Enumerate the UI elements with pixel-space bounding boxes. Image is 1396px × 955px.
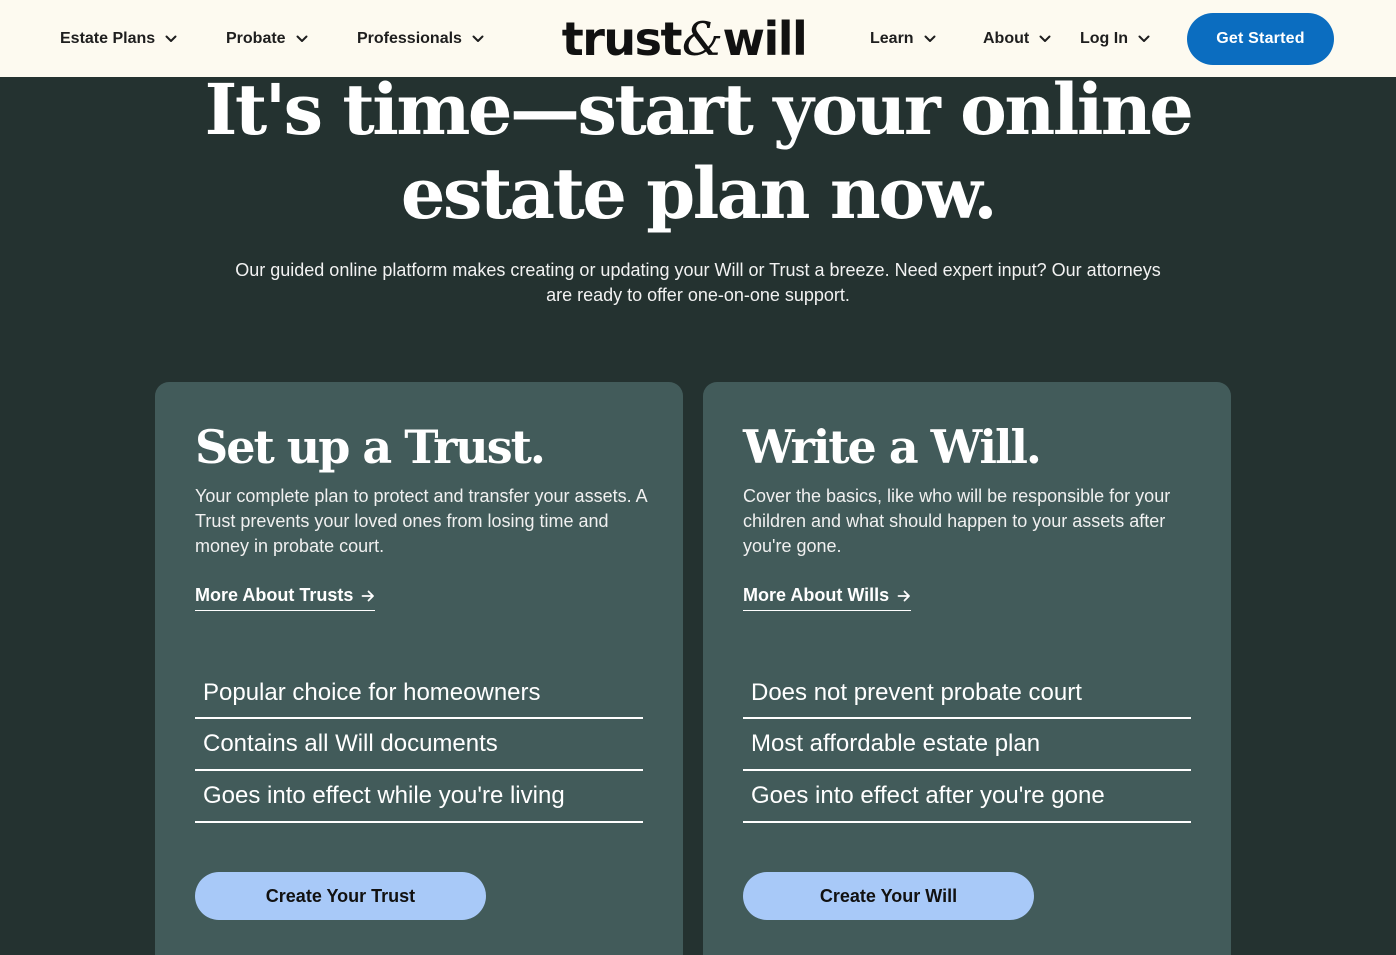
nav-item-learn[interactable]: Learn (870, 0, 936, 77)
nav-item-label: Probate (226, 29, 286, 47)
get-started-button[interactable]: Get Started (1187, 13, 1334, 65)
trust-card: Set up a Trust. Your complete plan to pr… (155, 382, 683, 955)
card-description: Your complete plan to protect and transf… (195, 486, 647, 556)
chevron-down-icon (165, 35, 177, 43)
nav-item-estate-plans[interactable]: Estate Plans (60, 0, 177, 77)
feature-list: Popular choice for homeowners Contains a… (195, 668, 643, 823)
list-item: Most affordable estate plan (743, 719, 1191, 771)
chevron-down-icon (1039, 35, 1051, 43)
chevron-down-icon (924, 35, 936, 43)
nav-item-about[interactable]: About (983, 0, 1051, 77)
list-item: Goes into effect after you're gone (743, 771, 1191, 823)
link-label: More About Wills (743, 585, 890, 605)
feature-list: Does not prevent probate court Most affo… (743, 668, 1191, 823)
nav-item-log-in[interactable]: Log In (1080, 0, 1150, 77)
list-item: Goes into effect while you're living (195, 771, 643, 823)
hero-title: It's time—start your online estate plan … (0, 68, 1396, 236)
arrow-right-icon (361, 589, 375, 603)
chevron-down-icon (1138, 35, 1150, 43)
list-item: Does not prevent probate court (743, 668, 1191, 719)
hero-subtitle: Our guided online platform makes creatin… (235, 260, 1161, 305)
nav-item-probate[interactable]: Probate (226, 0, 308, 77)
nav-item-label: Log In (1080, 29, 1128, 47)
nav-item-professionals[interactable]: Professionals (357, 0, 484, 77)
card-title: Write a Will. (743, 420, 1042, 474)
create-your-trust-button[interactable]: Create Your Trust (195, 872, 486, 920)
logo-text-trust: trust (561, 12, 683, 66)
nav-item-label: About (983, 29, 1030, 47)
nav-item-label: Professionals (357, 29, 462, 47)
will-card: Write a Will. Cover the basics, like who… (703, 382, 1231, 955)
trust-and-will-logo[interactable]: trust & will (562, 12, 808, 66)
arrow-right-icon (897, 589, 911, 603)
hero-title-line-2: estate plan now. (400, 152, 998, 235)
more-about-trusts-link[interactable]: More About Trusts (195, 585, 376, 611)
chevron-down-icon (472, 35, 484, 43)
list-item: Popular choice for homeowners (195, 668, 643, 719)
nav-item-label: Learn (870, 29, 914, 47)
hero-title-line-1: It's time—start your online (204, 68, 1194, 151)
list-item: Contains all Will documents (195, 719, 643, 771)
logo-text-will: will (722, 12, 807, 66)
nav-item-label: Estate Plans (60, 29, 156, 47)
top-navigation: Estate Plans Probate Professionals trust… (0, 0, 1396, 77)
logo-ampersand: & (682, 12, 723, 66)
card-title: Set up a Trust. (195, 420, 546, 474)
more-about-wills-link[interactable]: More About Wills (743, 585, 912, 611)
card-description: Cover the basics, like who will be respo… (743, 486, 1171, 556)
chevron-down-icon (296, 35, 308, 43)
link-label: More About Trusts (195, 585, 354, 605)
create-your-will-button[interactable]: Create Your Will (743, 872, 1034, 920)
